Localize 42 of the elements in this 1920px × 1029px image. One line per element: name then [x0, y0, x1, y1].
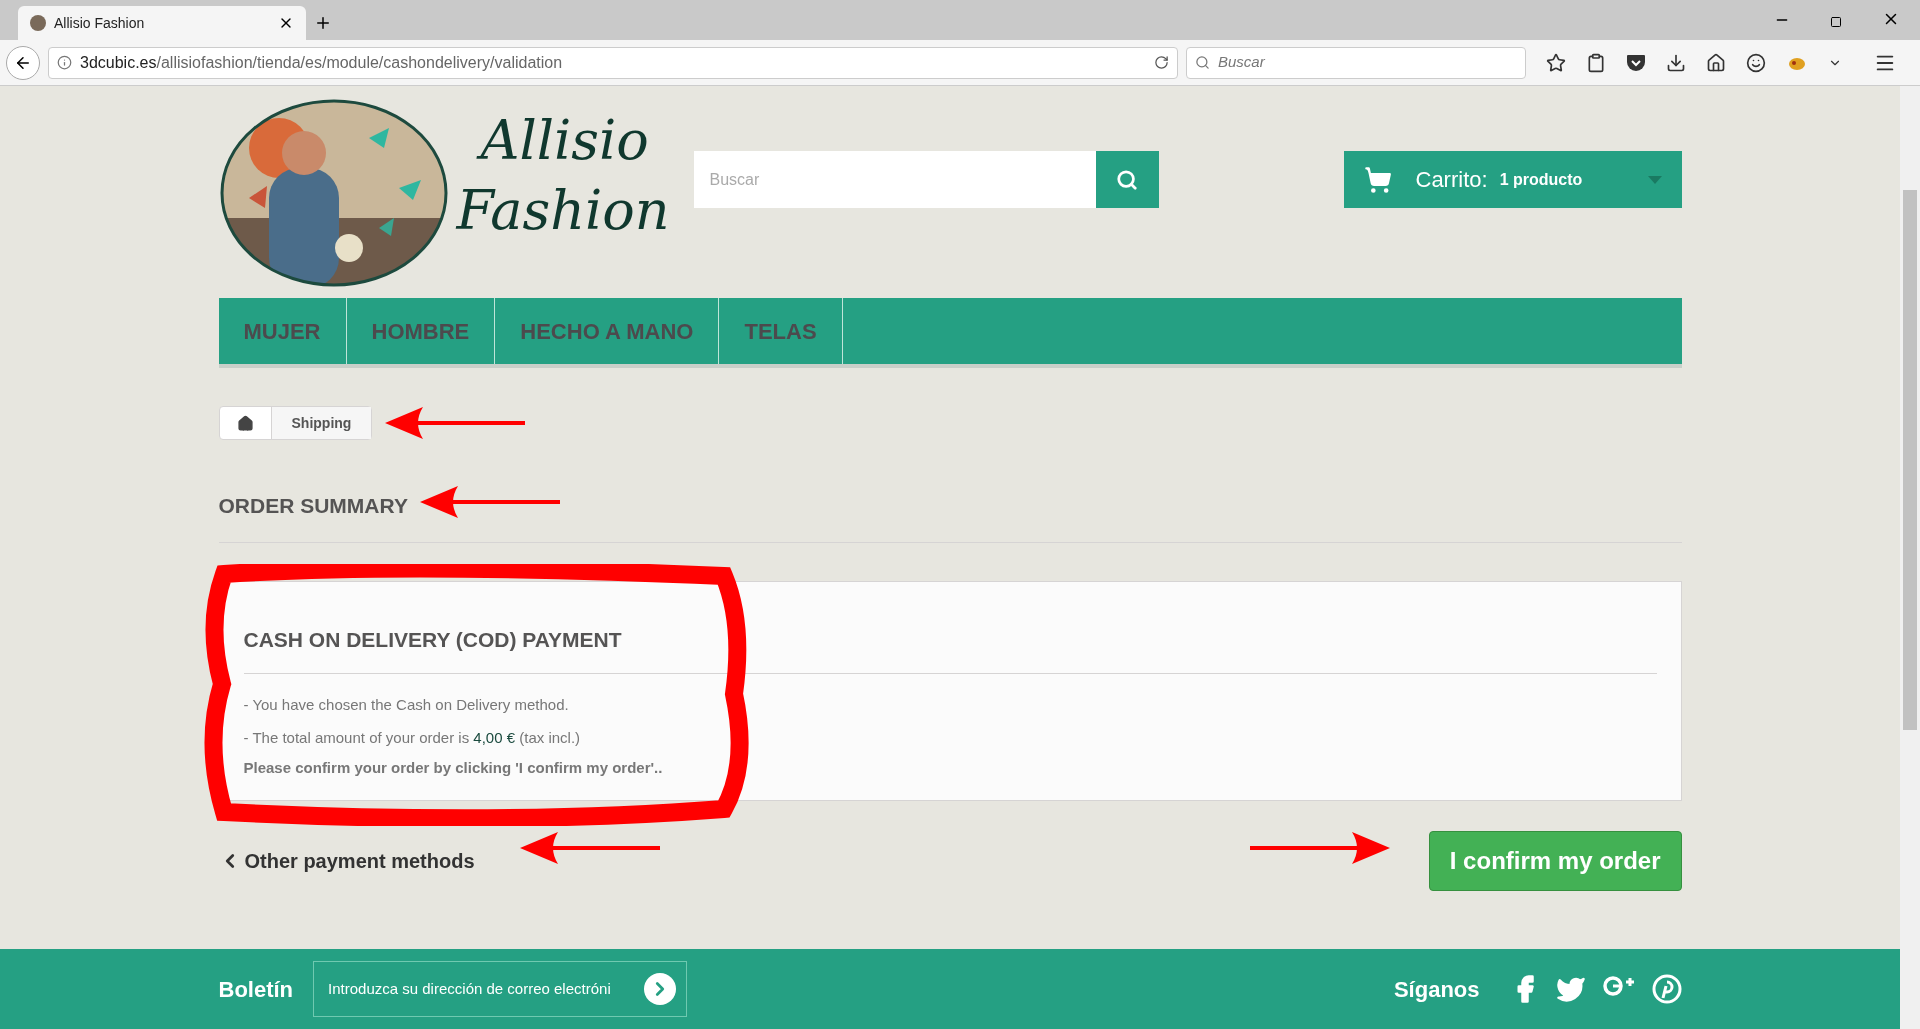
payment-title: CASH ON DELIVERY (COD) PAYMENT: [243, 623, 1657, 674]
back-link[interactable]: Other payment methods: [218, 845, 475, 876]
address-bar[interactable]: 3dcubic.es/allisiofashion/tienda/es/module/cashondelivery/validation: [48, 46, 1178, 79]
url-text: 3dcubic.es/allisiofashion/tienda/es/module/cashondelivery/validation: [80, 52, 563, 73]
page-title: ORDER SUMMARY: [218, 493, 408, 519]
pocket-icon[interactable]: [1626, 53, 1646, 72]
reload-icon[interactable]: [1154, 55, 1169, 70]
browser-tab[interactable]: Allisio Fashion: [18, 6, 306, 40]
payment-text: - You have chosen the Cash on Delivery method.: [243, 695, 570, 715]
download-icon[interactable]: [1666, 52, 1686, 73]
caret-icon: [1647, 175, 1662, 184]
breadcrumb-item: Shipping: [271, 407, 372, 439]
confirm-button[interactable]: I confirm my order: [1428, 830, 1682, 891]
bookmark-icon[interactable]: [1546, 52, 1566, 73]
search-icon: [1116, 168, 1139, 191]
nav-item[interactable]: TELAS: [719, 298, 843, 364]
cart-icon: [1363, 165, 1392, 194]
payment-text: - The total amount of your order is 4,00 € (tax incl.): [243, 727, 582, 748]
back-button[interactable]: [6, 45, 40, 80]
clipboard-icon[interactable]: [1586, 52, 1606, 73]
search-icon: [1195, 55, 1210, 70]
tab-title: Allisio Fashion: [54, 13, 146, 33]
follow-label: Síganos: [1393, 975, 1480, 1004]
newsletter-label: Boletín: [218, 975, 294, 1004]
nav-item[interactable]: MUJER: [218, 298, 347, 364]
confirm-note: Please confirm your order by clicking 'I confirm my order'..: [243, 758, 664, 778]
cart-button[interactable]: Carrito: 1 producto: [1343, 151, 1682, 208]
browser-search-field[interactable]: Buscar: [1186, 46, 1526, 79]
nav-item[interactable]: HOMBRE: [346, 298, 496, 364]
smiley-icon[interactable]: [1746, 52, 1766, 73]
favicon-icon: [30, 15, 46, 31]
home-icon[interactable]: [1706, 52, 1726, 73]
pinterest-icon[interactable]: [1651, 974, 1682, 1004]
new-tab-icon[interactable]: [314, 14, 332, 32]
newsletter-field[interactable]: Introduzca su dirección de correo electróni: [313, 961, 688, 1017]
search-button[interactable]: [1095, 151, 1159, 208]
logo-text: Fashion: [456, 178, 670, 244]
restore-icon[interactable]: [1830, 16, 1842, 28]
info-icon[interactable]: [57, 55, 72, 70]
search-field[interactable]: Buscar: [693, 151, 1096, 208]
nav-item[interactable]: HECHO A MANO: [495, 298, 720, 364]
scrollbar[interactable]: [1900, 86, 1920, 1029]
